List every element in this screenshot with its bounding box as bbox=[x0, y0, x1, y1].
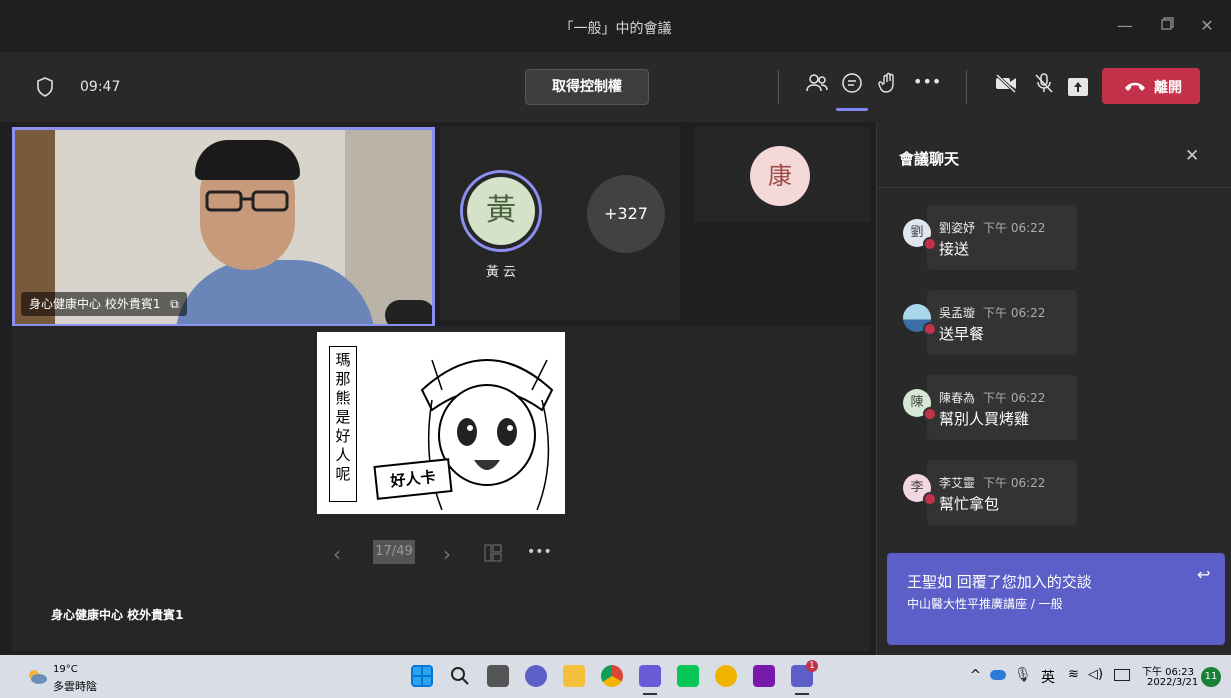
weather-icon bbox=[26, 669, 48, 689]
onenote-icon[interactable] bbox=[753, 665, 775, 687]
chat-active-indicator bbox=[836, 108, 868, 111]
slide-grid-icon[interactable] bbox=[484, 544, 502, 566]
active-app-indicator bbox=[795, 693, 809, 695]
status-dot bbox=[923, 322, 937, 336]
avatar: 黃 bbox=[460, 170, 542, 252]
participants-icon[interactable] bbox=[805, 72, 829, 99]
more-options-icon[interactable]: ••• bbox=[913, 72, 941, 91]
file-explorer-icon[interactable] bbox=[563, 665, 585, 687]
message-time: 下午 06:22 bbox=[983, 391, 1046, 405]
slide-vertical-text: 瑪那熊是好人呢 bbox=[329, 346, 357, 502]
teams-chat-icon[interactable] bbox=[525, 665, 547, 687]
meeting-timer: 09:47 bbox=[80, 79, 121, 95]
volume-icon[interactable]: ◁) bbox=[1088, 667, 1103, 682]
ime-indicator[interactable]: 英 bbox=[1041, 667, 1055, 687]
presenter-label: 身心健康中心 校外貴賓1 bbox=[51, 608, 184, 622]
mic-muted-tray-icon[interactable]: 🎙 bbox=[1014, 667, 1032, 683]
clock-time[interactable]: 下午 06:23 bbox=[1142, 663, 1194, 678]
slide-more-icon[interactable]: ••• bbox=[527, 544, 552, 560]
person-glasses bbox=[205, 190, 290, 212]
message-text: 幫忙拿包 bbox=[939, 495, 1000, 513]
chat-icon[interactable] bbox=[840, 72, 864, 99]
clock-date[interactable]: 2022/3/21 bbox=[1147, 677, 1198, 688]
active-app-indicator bbox=[643, 693, 657, 695]
leave-button[interactable]: 離開 bbox=[1102, 68, 1200, 104]
next-slide-icon[interactable]: › bbox=[443, 542, 451, 566]
close-window-icon[interactable]: ✕ bbox=[1197, 16, 1217, 36]
avatar-initial: 康 bbox=[750, 146, 810, 206]
leave-label: 離開 bbox=[1154, 80, 1182, 96]
toolbar-divider bbox=[778, 70, 779, 104]
microphone-prop bbox=[385, 300, 432, 324]
maximize-icon[interactable] bbox=[1157, 16, 1177, 36]
title-bar: 「一般」中的會議 — ✕ bbox=[0, 0, 1231, 53]
security-app-icon[interactable] bbox=[715, 665, 737, 687]
teams-badge: 1 bbox=[806, 660, 818, 672]
avatar-initial: 黃 bbox=[467, 177, 535, 245]
hangup-icon bbox=[1125, 82, 1145, 91]
participant-tile[interactable]: 黃 黃 云 +327 bbox=[440, 127, 680, 321]
participant-name: 黃 云 bbox=[485, 265, 517, 280]
notification-subtitle: 中山醫大性平推廣講座 / 一般 bbox=[907, 597, 1063, 611]
previous-slide-icon[interactable]: ‹ bbox=[333, 542, 341, 566]
shield-icon bbox=[36, 77, 54, 101]
line-icon[interactable] bbox=[677, 665, 699, 687]
chat-title: 會議聊天 bbox=[899, 150, 960, 168]
chrome-icon[interactable] bbox=[601, 665, 623, 687]
search-icon[interactable] bbox=[449, 665, 471, 687]
message-author: 劉姿妤 bbox=[939, 221, 976, 235]
toolbar-divider bbox=[966, 70, 967, 104]
participant-name: 身心健康中心 校外貴賓1 bbox=[29, 297, 161, 311]
message-text: 送早餐 bbox=[939, 325, 985, 343]
message-time: 下午 06:22 bbox=[983, 306, 1046, 320]
chat-message[interactable]: 李艾靈 下午 06:22 幫忙拿包 bbox=[927, 460, 1077, 525]
weather-desc: 多雲時陰 bbox=[53, 680, 97, 693]
video-tile-label: 身心健康中心 校外貴賓1 ⧉ bbox=[21, 292, 187, 316]
window-title: 「一般」中的會議 bbox=[559, 21, 672, 37]
chevron-up-icon[interactable]: ^ bbox=[970, 668, 981, 683]
raise-hand-icon[interactable] bbox=[876, 72, 900, 99]
status-dot bbox=[923, 407, 937, 421]
participant-tile[interactable]: 康 bbox=[694, 127, 870, 222]
taskbar: 19°C 多雲時陰 1 ^ 🎙 英 ≋ ◁) 下午 06:23 2022/3/2… bbox=[0, 655, 1231, 698]
overflow-participants-badge[interactable]: +327 bbox=[587, 175, 665, 253]
take-control-button[interactable]: 取得控制權 bbox=[525, 69, 649, 105]
windows-start-icon[interactable] bbox=[411, 665, 433, 687]
message-text: 幫別人買烤雞 bbox=[939, 410, 1030, 428]
paint-app-icon[interactable] bbox=[639, 665, 661, 687]
onedrive-icon[interactable] bbox=[990, 670, 1006, 680]
meeting-stage: 身心健康中心 校外貴賓1 ⧉ 黃 黃 云 +327 康 瑪那熊是好人呢 好人卡 … bbox=[0, 122, 876, 655]
shared-slide[interactable]: 瑪那熊是好人呢 好人卡 bbox=[317, 332, 565, 514]
battery-icon[interactable] bbox=[1114, 669, 1130, 681]
message-text: 接送 bbox=[939, 240, 970, 258]
message-author: 李艾靈 bbox=[939, 476, 976, 490]
wifi-icon[interactable]: ≋ bbox=[1068, 667, 1079, 682]
meeting-toolbar: 09:47 取得控制權 ••• 離開 bbox=[0, 52, 1231, 122]
status-dot bbox=[923, 237, 937, 251]
status-dot bbox=[923, 492, 937, 506]
share-screen-icon[interactable] bbox=[1068, 78, 1088, 96]
message-author: 吳孟璇 bbox=[939, 306, 976, 320]
notification-count-badge[interactable]: 11 bbox=[1201, 667, 1221, 687]
person-hair bbox=[195, 140, 300, 180]
slide-page-indicator[interactable]: 17/49 bbox=[373, 540, 415, 564]
message-time: 下午 06:22 bbox=[983, 221, 1046, 235]
close-chat-icon[interactable]: ✕ bbox=[1185, 146, 1199, 166]
message-time: 下午 06:22 bbox=[983, 476, 1046, 490]
reply-notification[interactable]: 王聖如 回覆了您加入的交談 中山醫大性平推廣講座 / 一般 ↩ bbox=[887, 553, 1225, 645]
video-tile[interactable]: 身心健康中心 校外貴賓1 ⧉ bbox=[12, 127, 435, 327]
minimize-icon[interactable]: — bbox=[1115, 16, 1135, 36]
screen-share-icon: ⧉ bbox=[170, 297, 179, 311]
chat-header-divider bbox=[877, 187, 1231, 188]
chat-message[interactable]: 吳孟璇 下午 06:22 送早餐 bbox=[927, 290, 1077, 355]
reply-icon[interactable]: ↩ bbox=[1197, 565, 1210, 584]
message-author: 陳春為 bbox=[939, 391, 976, 405]
weather-temp: 19°C bbox=[53, 664, 78, 675]
notification-title: 王聖如 回覆了您加入的交談 bbox=[907, 573, 1092, 591]
chat-message[interactable]: 劉姿妤 下午 06:22 接送 bbox=[927, 205, 1077, 270]
mic-off-icon[interactable] bbox=[1032, 72, 1056, 99]
chat-message[interactable]: 陳春為 下午 06:22 幫別人買烤雞 bbox=[927, 375, 1077, 440]
camera-off-icon[interactable] bbox=[993, 72, 1019, 99]
task-view-icon[interactable] bbox=[487, 665, 509, 687]
